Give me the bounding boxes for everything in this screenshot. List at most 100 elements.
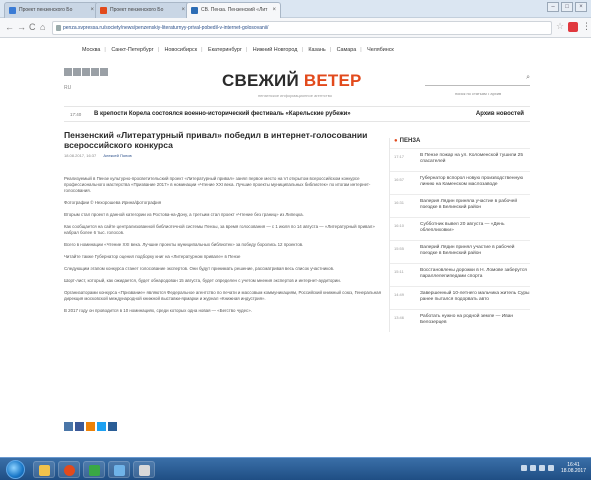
sidebar-news-item[interactable]: 16:31 Валерия Лядин приняла участие в ра…	[390, 194, 530, 217]
forward-icon[interactable]: →	[17, 22, 26, 32]
news-time: 15:55	[394, 246, 405, 251]
article-paragraph: Вторым стал проект в данной категории из…	[64, 212, 304, 217]
clock-date: 18.08.2017	[560, 468, 586, 474]
browser-tab-bar: Проект пензенского Бо × Проект пензенско…	[0, 0, 591, 18]
tray-icon[interactable]	[529, 465, 536, 471]
news-time: 17:17	[394, 154, 405, 159]
news-time: 16:57	[394, 177, 405, 182]
search-hint[interactable]: поиск по статьям • архив	[455, 91, 501, 96]
news-time: 14:49	[394, 292, 405, 297]
article-paragraph: Всего в номинации «Чтение XXI века. Лучш…	[64, 242, 304, 247]
start-button[interactable]	[6, 460, 25, 479]
web-page: Москва | Санкт-Петербург | Новосибирск | Ек…	[0, 38, 591, 457]
sidebar-news-item[interactable]: 16:57 Губернатор вспорол новую производс…	[390, 171, 530, 194]
close-window-icon[interactable]: ×	[575, 2, 587, 12]
sidebar-header: ● ПЕНЗА	[394, 138, 421, 144]
sidebar-news-item[interactable]: 15:11 Восстановлены дорожки в Н. Ломове …	[390, 263, 530, 286]
article-paragraph: В 2017 году он проводится в 10 номинация…	[64, 308, 252, 313]
taskbar-explorer[interactable]	[33, 461, 55, 478]
close-tab-icon[interactable]: ×	[181, 3, 185, 17]
maximize-icon[interactable]: □	[561, 2, 573, 12]
news-headline[interactable]: Работать нужно на родной земле — Иван Бе…	[420, 314, 530, 326]
news-headline[interactable]: Губернатор вспорол новую производственну…	[420, 176, 530, 188]
twitter-share-icon[interactable]	[97, 422, 106, 431]
close-tab-icon[interactable]: ×	[272, 3, 276, 17]
article-paragraph: Шорт-лист, который, как ожидается, будет…	[64, 278, 341, 283]
article-paragraph: Как сообщается на сайте централизованной…	[64, 224, 375, 235]
page-info-icon[interactable]	[56, 25, 61, 31]
sidebar-news-item[interactable]: 13:46 Работать нужно на родной земле — И…	[390, 309, 530, 332]
taskbar-app[interactable]	[83, 461, 105, 478]
search-icon[interactable]: ⌕	[526, 74, 530, 82]
clock[interactable]: 16:41 18.08.2017	[561, 462, 586, 474]
city-link[interactable]: Санкт-Петербург	[111, 47, 153, 53]
social-icon[interactable]	[100, 68, 108, 76]
site-logo[interactable]: СВЕЖИЙ ВЕТЕР	[222, 71, 362, 91]
ok-share-icon[interactable]	[86, 422, 95, 431]
taskbar-chrome[interactable]	[58, 461, 80, 478]
browser-tab-1[interactable]: Проект пензенского Бо ×	[4, 2, 99, 18]
bullet-icon: ●	[394, 138, 398, 144]
city-link[interactable]: Самара	[337, 47, 357, 53]
close-tab-icon[interactable]: ×	[90, 3, 94, 17]
volume-icon[interactable]	[547, 465, 554, 471]
city-link[interactable]: Челябинск	[367, 47, 394, 53]
home-icon[interactable]: ⌂	[40, 22, 45, 32]
browser-tab-2[interactable]: Проект пензенского Бо ×	[95, 2, 190, 18]
social-icon[interactable]	[64, 68, 72, 76]
news-headline[interactable]: Завершенный 10-летнего мальчика житель С…	[420, 291, 530, 303]
ticker-headline[interactable]: В крепости Корела состоялся военно-истор…	[94, 111, 351, 117]
social-icon[interactable]	[91, 68, 99, 76]
site-tagline: пензенское информационное агентство	[258, 93, 333, 98]
taskbar-app[interactable]	[133, 461, 155, 478]
social-icon[interactable]	[82, 68, 90, 76]
browser-menu-icon[interactable]: ⋮	[582, 21, 591, 32]
article-author[interactable]: Алексей Попов	[103, 153, 131, 158]
article-date: 18.08.2017, 16:37	[64, 153, 97, 158]
city-link[interactable]: Новосибирск	[165, 47, 198, 53]
taskbar-app[interactable]	[108, 461, 130, 478]
sidebar-news-item[interactable]: 17:17 В Пензе пожар на ул. Коломенской т…	[390, 148, 530, 171]
city-link[interactable]: Нижний Новгород	[253, 47, 298, 53]
browser-tab-3-active[interactable]: СВ. Пенза. Пензенский «Лит ×	[186, 2, 281, 18]
vk-share-icon[interactable]	[64, 422, 73, 431]
social-icon[interactable]	[73, 68, 81, 76]
news-headline[interactable]: Валерий Лядин принял участие в рабочей п…	[420, 245, 530, 257]
language-switch[interactable]: RU	[64, 85, 71, 91]
related-link[interactable]: Читайте также Губернатор оценил подборку…	[64, 254, 382, 260]
back-icon[interactable]: ←	[5, 22, 14, 32]
sidebar-news-item[interactable]: 15:55 Валерий Лядин принял участие в раб…	[390, 240, 530, 263]
network-icon[interactable]	[538, 465, 545, 471]
search-input[interactable]: ⌕	[425, 74, 530, 86]
news-sidebar: ● ПЕНЗА 17:17 В Пензе пожар на ул. Коломе…	[389, 138, 530, 332]
city-link[interactable]: Казань	[308, 47, 325, 53]
article-meta: 18.08.2017, 16:37 Алексей Попов	[64, 153, 382, 158]
article-title: Пензенский «Литературный привал» победил…	[64, 130, 368, 150]
tab-label: СВ. Пенза. Пензенский «Лит	[201, 7, 268, 13]
bookmark-star-icon[interactable]: ☆	[556, 21, 564, 32]
city-link[interactable]: Екатеринбург	[208, 47, 242, 53]
minimize-icon[interactable]: –	[547, 2, 559, 12]
news-headline[interactable]: Валерия Лядин приняла участие в рабочей …	[420, 199, 530, 211]
news-headline[interactable]: Восстановлены дорожки в Н. Ломове заберу…	[420, 268, 530, 280]
news-headline[interactable]: В Пензе пожар на ул. Коломенской тушили …	[420, 153, 530, 165]
article-paragraph: Организаторами конкурса «Призвание» явля…	[64, 290, 381, 301]
city-link[interactable]: Москва	[82, 47, 100, 53]
share-buttons	[64, 422, 117, 431]
news-archive-link[interactable]: Архив новостей	[476, 111, 524, 117]
article: Пензенский «Литературный привал» победил…	[64, 130, 382, 320]
tray-icon[interactable]	[520, 465, 527, 471]
logo-word-2: ВЕТЕР	[303, 71, 362, 90]
mail-share-icon[interactable]	[108, 422, 117, 431]
reload-icon[interactable]: C	[29, 22, 36, 32]
facebook-share-icon[interactable]	[75, 422, 84, 431]
news-time: 16:31	[394, 200, 405, 205]
sidebar-news-item[interactable]: 14:49 Завершенный 10-летнего мальчика жи…	[390, 286, 530, 309]
article-paragraph: Реализуемый в Пензе культурно-просветите…	[64, 176, 371, 193]
extension-icon[interactable]	[568, 22, 578, 32]
news-headline[interactable]: Субботник вывел 20 августа — «День облеп…	[420, 222, 530, 234]
folder-icon	[39, 465, 50, 476]
address-bar[interactable]: penza.svpressa.ru/society/news/penzenski…	[52, 21, 552, 35]
sidebar-news-item[interactable]: 16:10 Субботник вывел 20 августа — «День…	[390, 217, 530, 240]
logo-word-1: СВЕЖИЙ	[222, 71, 299, 90]
